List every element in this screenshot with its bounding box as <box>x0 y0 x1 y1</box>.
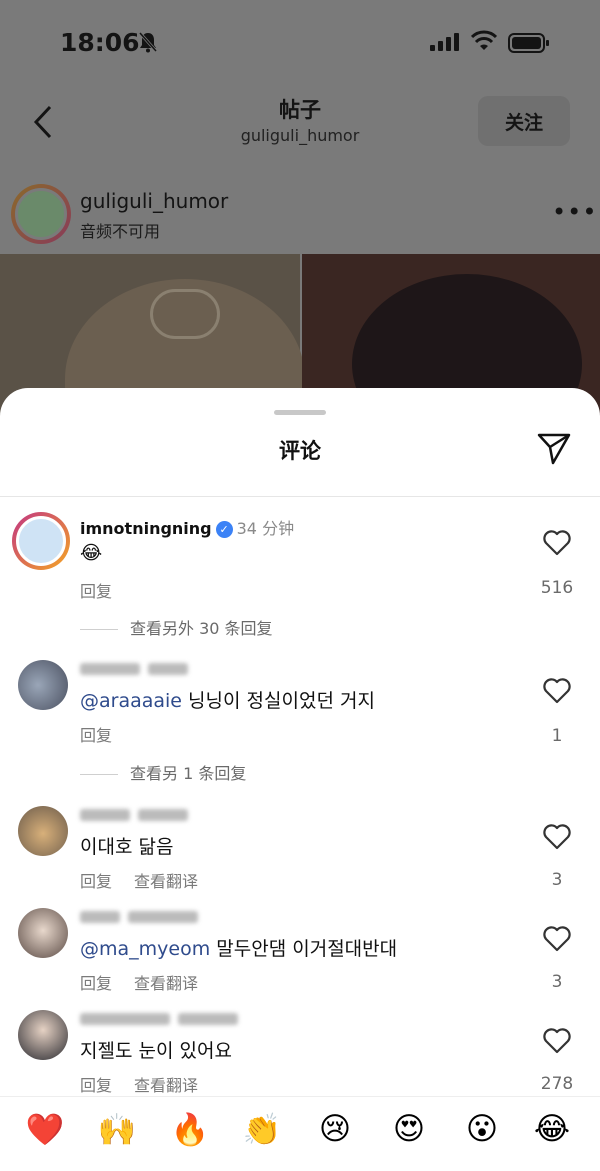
follow-button[interactable]: 关注 <box>478 96 570 146</box>
post-username[interactable]: guliguli_humor <box>80 189 228 213</box>
mention-link[interactable]: @araaaaie <box>80 690 182 712</box>
like-count: 3 <box>551 870 563 890</box>
translate-button[interactable]: 查看翻译 <box>134 1076 198 1095</box>
comment-username[interactable] <box>80 658 188 677</box>
mention-link[interactable]: @ma_myeom <box>80 938 210 960</box>
like-count: 278 <box>540 1074 574 1094</box>
heart-emoji-button[interactable]: ❤️ <box>20 1111 70 1148</box>
comment-text: 이대호 닮음 <box>80 836 174 858</box>
translate-button[interactable]: 查看翻译 <box>134 974 198 993</box>
translate-button[interactable]: 查看翻译 <box>134 872 198 891</box>
share-send-icon[interactable] <box>536 430 572 466</box>
heart-icon[interactable] <box>543 926 571 952</box>
status-bar: 18:06 <box>0 0 600 90</box>
more-options-icon[interactable]: ••• <box>552 198 597 226</box>
avatar[interactable] <box>18 660 68 710</box>
sheet-title: 评论 <box>279 439 321 463</box>
top-nav: 帖子 guliguli_humor 关注 <box>0 90 600 162</box>
reply-button[interactable]: 回复 <box>80 726 112 745</box>
comment-text: 닝닝이 정실이었던 거지 <box>188 690 375 712</box>
comment-time: 34 分钟 <box>236 519 295 538</box>
like-count: 3 <box>551 972 563 992</box>
avatar[interactable] <box>18 806 68 856</box>
heart-icon[interactable] <box>543 824 571 850</box>
divider <box>0 496 600 497</box>
muted-bell-icon <box>138 32 158 53</box>
laughing-emoji-button[interactable]: 😂 <box>527 1111 577 1147</box>
comment-username[interactable] <box>80 906 198 925</box>
cellular-signal-icon <box>430 33 459 51</box>
comment-username[interactable] <box>80 804 188 823</box>
avatar[interactable] <box>11 184 71 244</box>
post-header: guliguli_humor 音频不可用 ••• <box>0 178 600 248</box>
avatar[interactable] <box>18 1010 68 1060</box>
reply-button[interactable]: 回复 <box>80 974 112 993</box>
crying-emoji-button[interactable]: 😢 <box>310 1111 360 1147</box>
view-more-replies[interactable]: 查看另 1 条回复 <box>80 760 246 784</box>
battery-icon <box>508 33 549 53</box>
heart-icon[interactable] <box>543 530 571 556</box>
view-more-replies[interactable]: 查看另外 30 条回复 <box>80 615 273 639</box>
drag-handle[interactable] <box>274 410 326 415</box>
reply-button[interactable]: 回复 <box>80 872 112 891</box>
surprised-emoji-button[interactable]: 😮 <box>457 1111 507 1147</box>
post-audio-status: 音频不可用 <box>80 222 161 241</box>
status-time: 18:06 <box>60 28 140 57</box>
wifi-icon <box>471 30 497 50</box>
comment-username[interactable] <box>80 1008 238 1027</box>
comments-sheet: 评论 imnotningning ✓ 34 分钟 😂 回复 516 查看另外 30 … <box>0 388 600 1171</box>
avatar[interactable] <box>12 512 70 570</box>
comment-username[interactable]: imnotningning <box>80 519 212 538</box>
emoji-quick-bar: ❤️ 🙌 🔥 👏 😢 😍 😮 😂 <box>0 1096 600 1171</box>
fire-emoji-button[interactable]: 🔥 <box>165 1111 215 1148</box>
verified-badge-icon: ✓ <box>215 521 233 538</box>
comment-text: 😂 <box>80 542 103 564</box>
reply-button[interactable]: 回复 <box>80 582 112 601</box>
avatar[interactable] <box>18 908 68 958</box>
heart-icon[interactable] <box>543 678 571 704</box>
comment-text: 말두안댐 이거절대반대 <box>216 938 398 960</box>
heart-icon[interactable] <box>543 1028 571 1054</box>
comment-text: 지젤도 눈이 있어요 <box>80 1040 232 1062</box>
like-count: 516 <box>540 578 574 598</box>
raised-hands-emoji-button[interactable]: 🙌 <box>92 1111 142 1148</box>
like-count: 1 <box>551 726 563 746</box>
clapping-emoji-button[interactable]: 👏 <box>237 1111 287 1148</box>
heart-eyes-emoji-button[interactable]: 😍 <box>384 1111 434 1147</box>
reply-button[interactable]: 回复 <box>80 1076 112 1095</box>
